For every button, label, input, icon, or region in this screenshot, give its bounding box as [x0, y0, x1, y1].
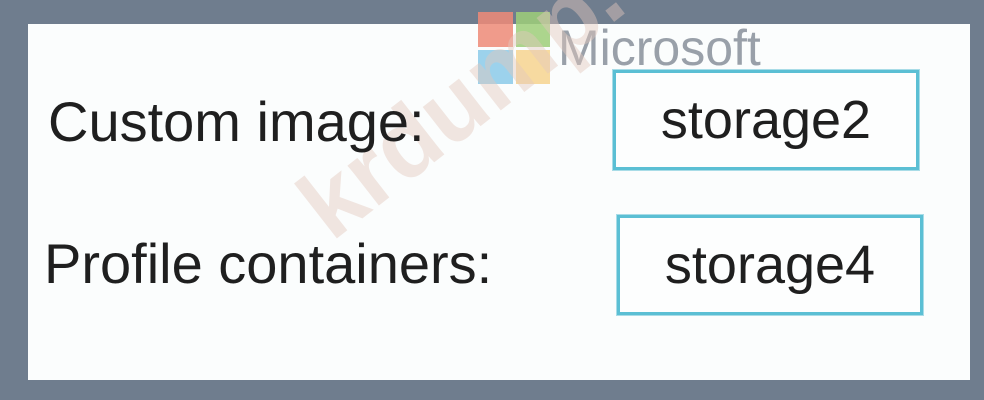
image-frame: Microsoft krdump.com Custom image: stora… [0, 0, 984, 400]
profile-containers-answer-value: storage4 [664, 235, 876, 295]
logo-red-square [478, 12, 513, 47]
microsoft-logo-text: Microsoft [558, 20, 761, 76]
profile-containers-answer-box[interactable]: storage4 [617, 215, 923, 315]
custom-image-answer-value: storage2 [660, 90, 872, 150]
logo-green-square [515, 12, 550, 47]
custom-image-answer-box[interactable]: storage2 [613, 70, 919, 170]
custom-image-label: Custom image: [48, 90, 425, 153]
logo-blue-square [478, 49, 513, 84]
logo-yellow-square [515, 49, 550, 84]
microsoft-logo-icon [478, 12, 550, 84]
answer-panel: Microsoft krdump.com Custom image: stora… [28, 0, 970, 380]
profile-containers-label: Profile containers: [44, 232, 493, 295]
